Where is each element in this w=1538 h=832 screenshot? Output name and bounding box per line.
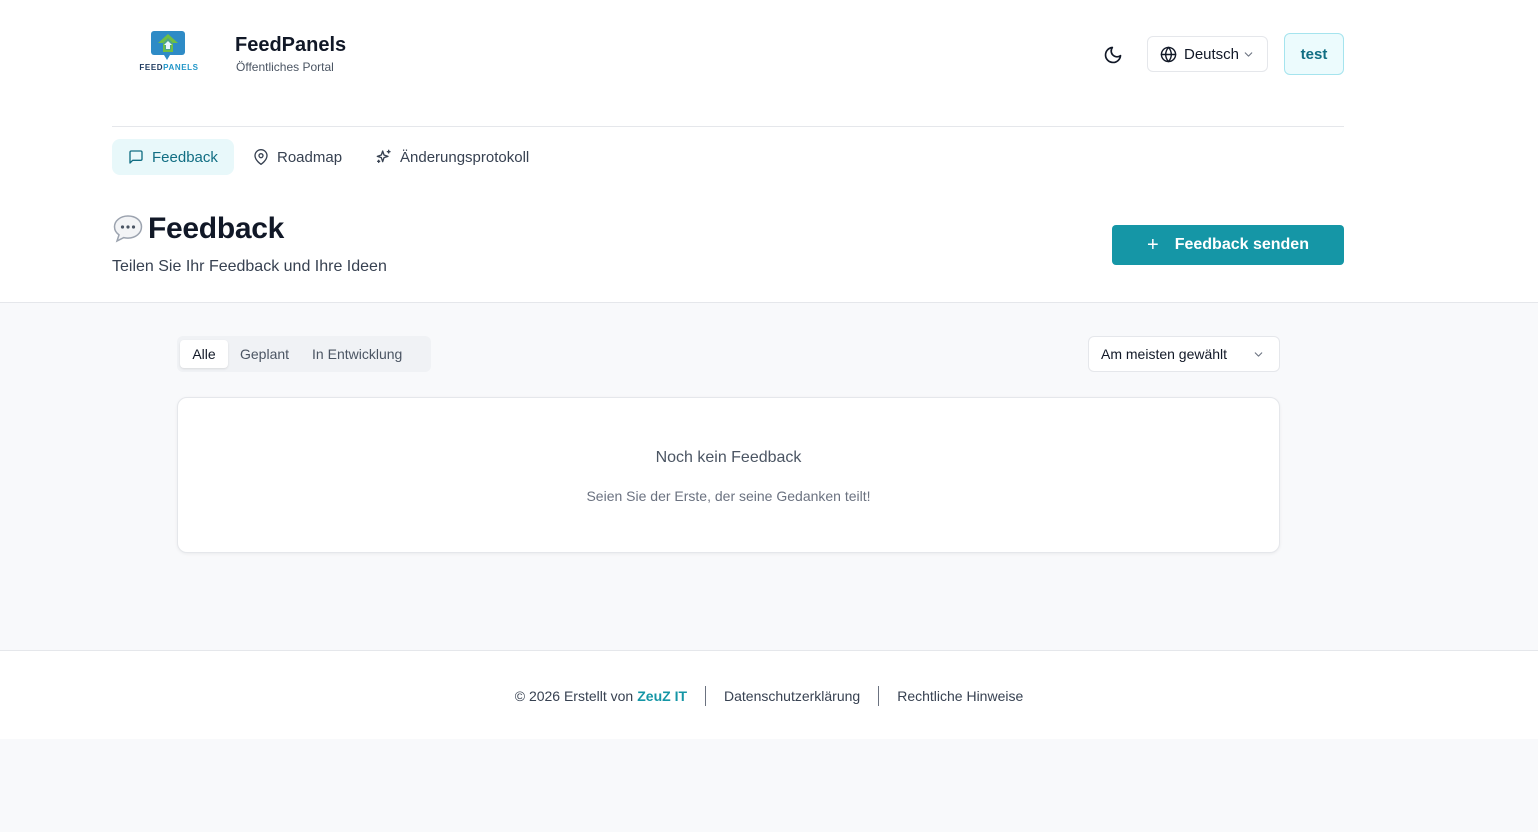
status-filter-tabs: Alle Geplant In Entwicklung <box>177 336 431 372</box>
moon-icon <box>1104 46 1122 64</box>
chevron-down-icon <box>1252 348 1265 361</box>
logo-wordmark: FEEDPANELS <box>139 63 199 72</box>
user-menu-button[interactable]: test <box>1284 33 1344 75</box>
language-select[interactable]: Deutsch <box>1147 36 1268 72</box>
empty-state-text: Seien Sie der Erste, der seine Gedanken … <box>586 488 871 504</box>
nav-item-changelog[interactable]: Änderungsprotokoll <box>366 139 529 175</box>
app-title: FeedPanels <box>235 34 347 56</box>
footer: © 2026 Erstellt von ZeuZ IT Datenschutze… <box>0 650 1538 739</box>
page-subtitle: Teilen Sie Ihr Feedback und Ihre Ideen <box>112 258 387 275</box>
nav-item-label: Feedback <box>152 148 218 166</box>
header-area: FEEDPANELS FeedPanels Öffentliches Porta… <box>0 0 1538 303</box>
page-header: Feedback <box>112 212 284 246</box>
tab-all[interactable]: Alle <box>180 340 228 368</box>
feedpanels-logo[interactable]: FEEDPANELS <box>136 30 202 76</box>
tab-planned[interactable]: Geplant <box>228 340 301 368</box>
header-divider <box>112 126 1344 127</box>
footer-row: © 2026 Erstellt von ZeuZ IT Datenschutze… <box>0 686 1538 706</box>
empty-state-card: Noch kein Feedback Seien Sie der Erste, … <box>177 397 1280 553</box>
sparkles-icon <box>376 149 392 165</box>
theme-toggle-button[interactable] <box>1098 40 1128 70</box>
speech-balloon-icon <box>112 213 144 245</box>
nav-item-roadmap[interactable]: Roadmap <box>244 139 342 175</box>
privacy-link[interactable]: Datenschutzerklärung <box>724 688 860 704</box>
footer-brand-link[interactable]: ZeuZ IT <box>637 688 687 704</box>
legal-notice-link[interactable]: Rechtliche Hinweise <box>897 688 1023 704</box>
tab-in-development[interactable]: In Entwicklung <box>301 340 402 368</box>
empty-state-title: Noch kein Feedback <box>655 449 802 466</box>
globe-icon <box>1160 46 1177 63</box>
sort-select[interactable]: Am meisten gewählt <box>1088 336 1280 372</box>
footer-copyright: © 2026 Erstellt von <box>514 688 634 704</box>
logo-icon <box>151 31 185 60</box>
message-square-icon <box>128 149 144 165</box>
language-label: Deutsch <box>1184 45 1240 63</box>
nav-item-feedback[interactable]: Feedback <box>112 139 234 175</box>
footer-separator <box>705 686 707 706</box>
send-feedback-label: Feedback senden <box>1174 236 1309 253</box>
map-pin-icon <box>253 149 269 165</box>
plus-icon: + <box>1147 234 1159 256</box>
chevron-down-icon <box>1242 48 1255 61</box>
page-title: Feedback <box>148 212 284 245</box>
nav-item-label: Roadmap <box>277 148 343 166</box>
app-subtitle: Öffentliches Portal <box>236 60 334 74</box>
send-feedback-button[interactable]: + Feedback senden <box>1112 225 1344 265</box>
nav-item-label: Änderungsprotokoll <box>400 148 530 166</box>
sort-label: Am meisten gewählt <box>1101 346 1228 362</box>
footer-separator <box>878 686 880 706</box>
